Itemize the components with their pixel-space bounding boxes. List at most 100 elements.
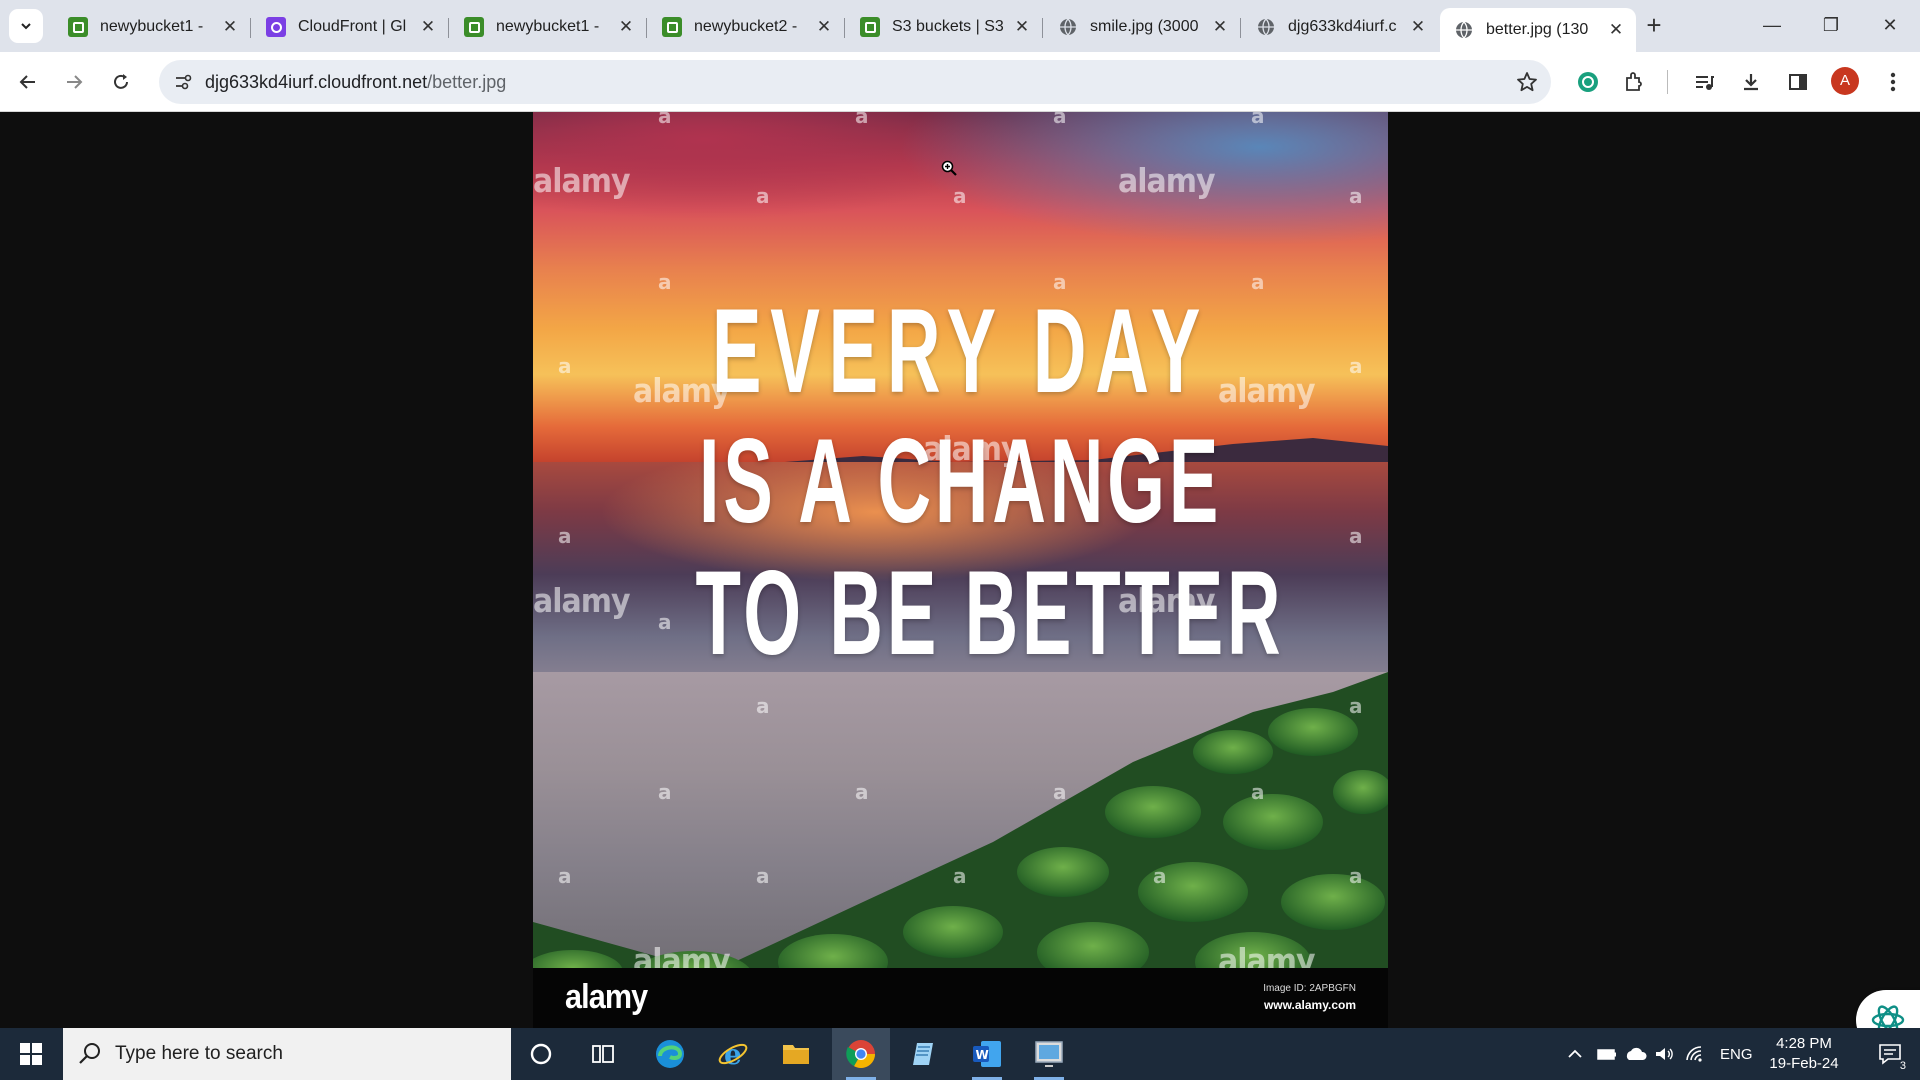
forward-button[interactable]	[56, 64, 92, 100]
arrow-left-icon	[19, 75, 35, 89]
internet-explorer-icon[interactable]: e	[704, 1028, 762, 1080]
chevron-down-icon	[21, 23, 31, 30]
quote-line-3: TO BE BETTER	[695, 546, 1285, 680]
arrow-right-icon	[67, 75, 83, 89]
browser-toolbar: djg633kd4iurf.cloudfront.net/better.jpg …	[0, 52, 1920, 112]
profile-avatar[interactable]: A	[1831, 67, 1859, 95]
tab-newybucket1-b[interactable]: newybucket1 - ✕	[450, 8, 647, 46]
tab-better-jpg[interactable]: better.jpg (130 ✕	[1440, 8, 1636, 52]
globe-icon	[1454, 20, 1474, 40]
tab-title: newybucket2 -	[694, 18, 798, 35]
tab-search-button[interactable]	[9, 9, 43, 43]
site-info-icon[interactable]	[167, 66, 199, 98]
watermark-letter: a	[1251, 270, 1264, 294]
input-language[interactable]: ENG	[1720, 1028, 1753, 1080]
tab-title: smile.jpg (3000	[1090, 18, 1199, 35]
windows-logo-icon	[20, 1043, 42, 1065]
watermark-letter: a	[1349, 354, 1362, 378]
displayed-image[interactable]: alamy alamy alamy alamy alamy alamy alam…	[533, 112, 1388, 1028]
close-window-button[interactable]: ✕	[1870, 10, 1910, 40]
edge-icon[interactable]	[641, 1028, 699, 1080]
tab-title: better.jpg (130	[1486, 21, 1589, 38]
bookmark-star-icon[interactable]	[1513, 68, 1541, 96]
watermark-letter: a	[1053, 780, 1066, 804]
clock-time: 4:28 PM	[1776, 1035, 1832, 1052]
watermark-letter: a	[756, 694, 769, 718]
close-tab-icon[interactable]: ✕	[616, 17, 636, 37]
wifi-icon[interactable]	[1684, 1028, 1706, 1080]
watermark-letter: a	[658, 610, 671, 634]
reload-button[interactable]	[103, 64, 139, 100]
restore-button[interactable]: ❐	[1811, 10, 1851, 40]
watermark-letter: a	[1153, 864, 1166, 888]
close-tab-icon[interactable]: ✕	[1606, 20, 1626, 40]
show-hidden-icons[interactable]	[1566, 1028, 1584, 1080]
tab-title: newybucket1 -	[496, 18, 600, 35]
tab-s3-buckets[interactable]: S3 buckets | S3 ✕	[846, 8, 1043, 46]
minimize-button[interactable]: —	[1752, 10, 1792, 40]
watermark-letter: a	[558, 354, 571, 378]
taskbar-search-box[interactable]: Type here to search	[63, 1028, 511, 1080]
cortana-icon[interactable]	[512, 1028, 570, 1080]
tab-newybucket2[interactable]: newybucket2 - ✕	[648, 8, 845, 46]
remote-desktop-icon[interactable]	[1020, 1028, 1078, 1080]
search-placeholder: Type here to search	[115, 1043, 283, 1064]
close-tab-icon[interactable]: ✕	[1210, 17, 1230, 37]
close-tab-icon[interactable]: ✕	[1408, 17, 1428, 37]
watermark: alamy	[1118, 162, 1216, 201]
onedrive-icon[interactable]	[1624, 1028, 1648, 1080]
chrome-icon[interactable]	[832, 1028, 890, 1080]
url-text[interactable]: djg633kd4iurf.cloudfront.net/better.jpg	[205, 72, 506, 93]
menu-kebab-icon[interactable]	[1875, 64, 1911, 100]
address-bar[interactable]: djg633kd4iurf.cloudfront.net/better.jpg	[159, 60, 1551, 104]
action-center-button[interactable]: 3	[1862, 1028, 1920, 1080]
cloudfront-icon	[266, 17, 286, 37]
new-tab-button[interactable]: +	[1640, 12, 1668, 40]
image-credit-bar: alamy Image ID: 2APBGFN www.alamy.com	[533, 968, 1388, 1028]
battery-icon[interactable]	[1596, 1028, 1618, 1080]
watermark-letter: a	[1349, 864, 1362, 888]
side-panel-icon[interactable]	[1780, 64, 1816, 100]
chatgpt-extension-icon[interactable]	[1570, 64, 1606, 100]
alamy-site-url: www.alamy.com	[1263, 998, 1356, 1012]
watermark-letter: a	[658, 780, 671, 804]
watermark-letter: a	[558, 864, 571, 888]
s3-icon	[662, 17, 682, 37]
close-tab-icon[interactable]: ✕	[418, 17, 438, 37]
watermark-letter: a	[1349, 524, 1362, 548]
volume-icon[interactable]	[1654, 1028, 1676, 1080]
image-id-label: Image ID: 2APBGFN	[1263, 983, 1356, 994]
notepad-icon[interactable]	[895, 1028, 953, 1080]
watermark: alamy	[533, 162, 631, 201]
word-icon[interactable]: W	[958, 1028, 1016, 1080]
tab-title: S3 buckets | S3	[892, 18, 1004, 35]
globe-icon	[1256, 17, 1276, 37]
zoom-in-cursor-icon	[941, 160, 957, 176]
notification-count: 3	[1897, 1060, 1908, 1072]
start-button[interactable]	[0, 1028, 62, 1080]
windows-taskbar: Type here to search e W ENG 4:28 PM 19-F…	[0, 1028, 1920, 1080]
download-icon[interactable]	[1733, 64, 1769, 100]
tab-smile-jpg[interactable]: smile.jpg (3000 ✕	[1044, 8, 1241, 46]
tab-newybucket1-a[interactable]: newybucket1 - ✕	[54, 8, 251, 46]
tab-title: CloudFront | Gl	[298, 18, 407, 35]
watermark-letter: a	[1349, 184, 1362, 208]
task-view-icon[interactable]	[575, 1028, 633, 1080]
quote-line-2: IS A CHANGE	[698, 414, 1223, 548]
s3-icon	[464, 17, 484, 37]
watermark-letter: a	[953, 864, 966, 888]
system-clock[interactable]: 4:28 PM 19-Feb-24	[1762, 1034, 1846, 1074]
tab-cloudfront-domain[interactable]: djg633kd4iurf.c ✕	[1242, 8, 1438, 46]
tab-cloudfront[interactable]: CloudFront | Gl ✕	[252, 8, 449, 46]
extensions-puzzle-icon[interactable]	[1616, 64, 1652, 100]
file-explorer-icon[interactable]	[767, 1028, 825, 1080]
close-tab-icon[interactable]: ✕	[814, 17, 834, 37]
close-tab-icon[interactable]: ✕	[220, 17, 240, 37]
media-controls-icon[interactable]	[1686, 64, 1722, 100]
back-button[interactable]	[10, 64, 46, 100]
tab-title: newybucket1 -	[100, 18, 204, 35]
svg-text:e: e	[724, 1038, 742, 1070]
watermark-letter: a	[855, 112, 868, 128]
s3-icon	[860, 17, 880, 37]
close-tab-icon[interactable]: ✕	[1012, 17, 1032, 37]
